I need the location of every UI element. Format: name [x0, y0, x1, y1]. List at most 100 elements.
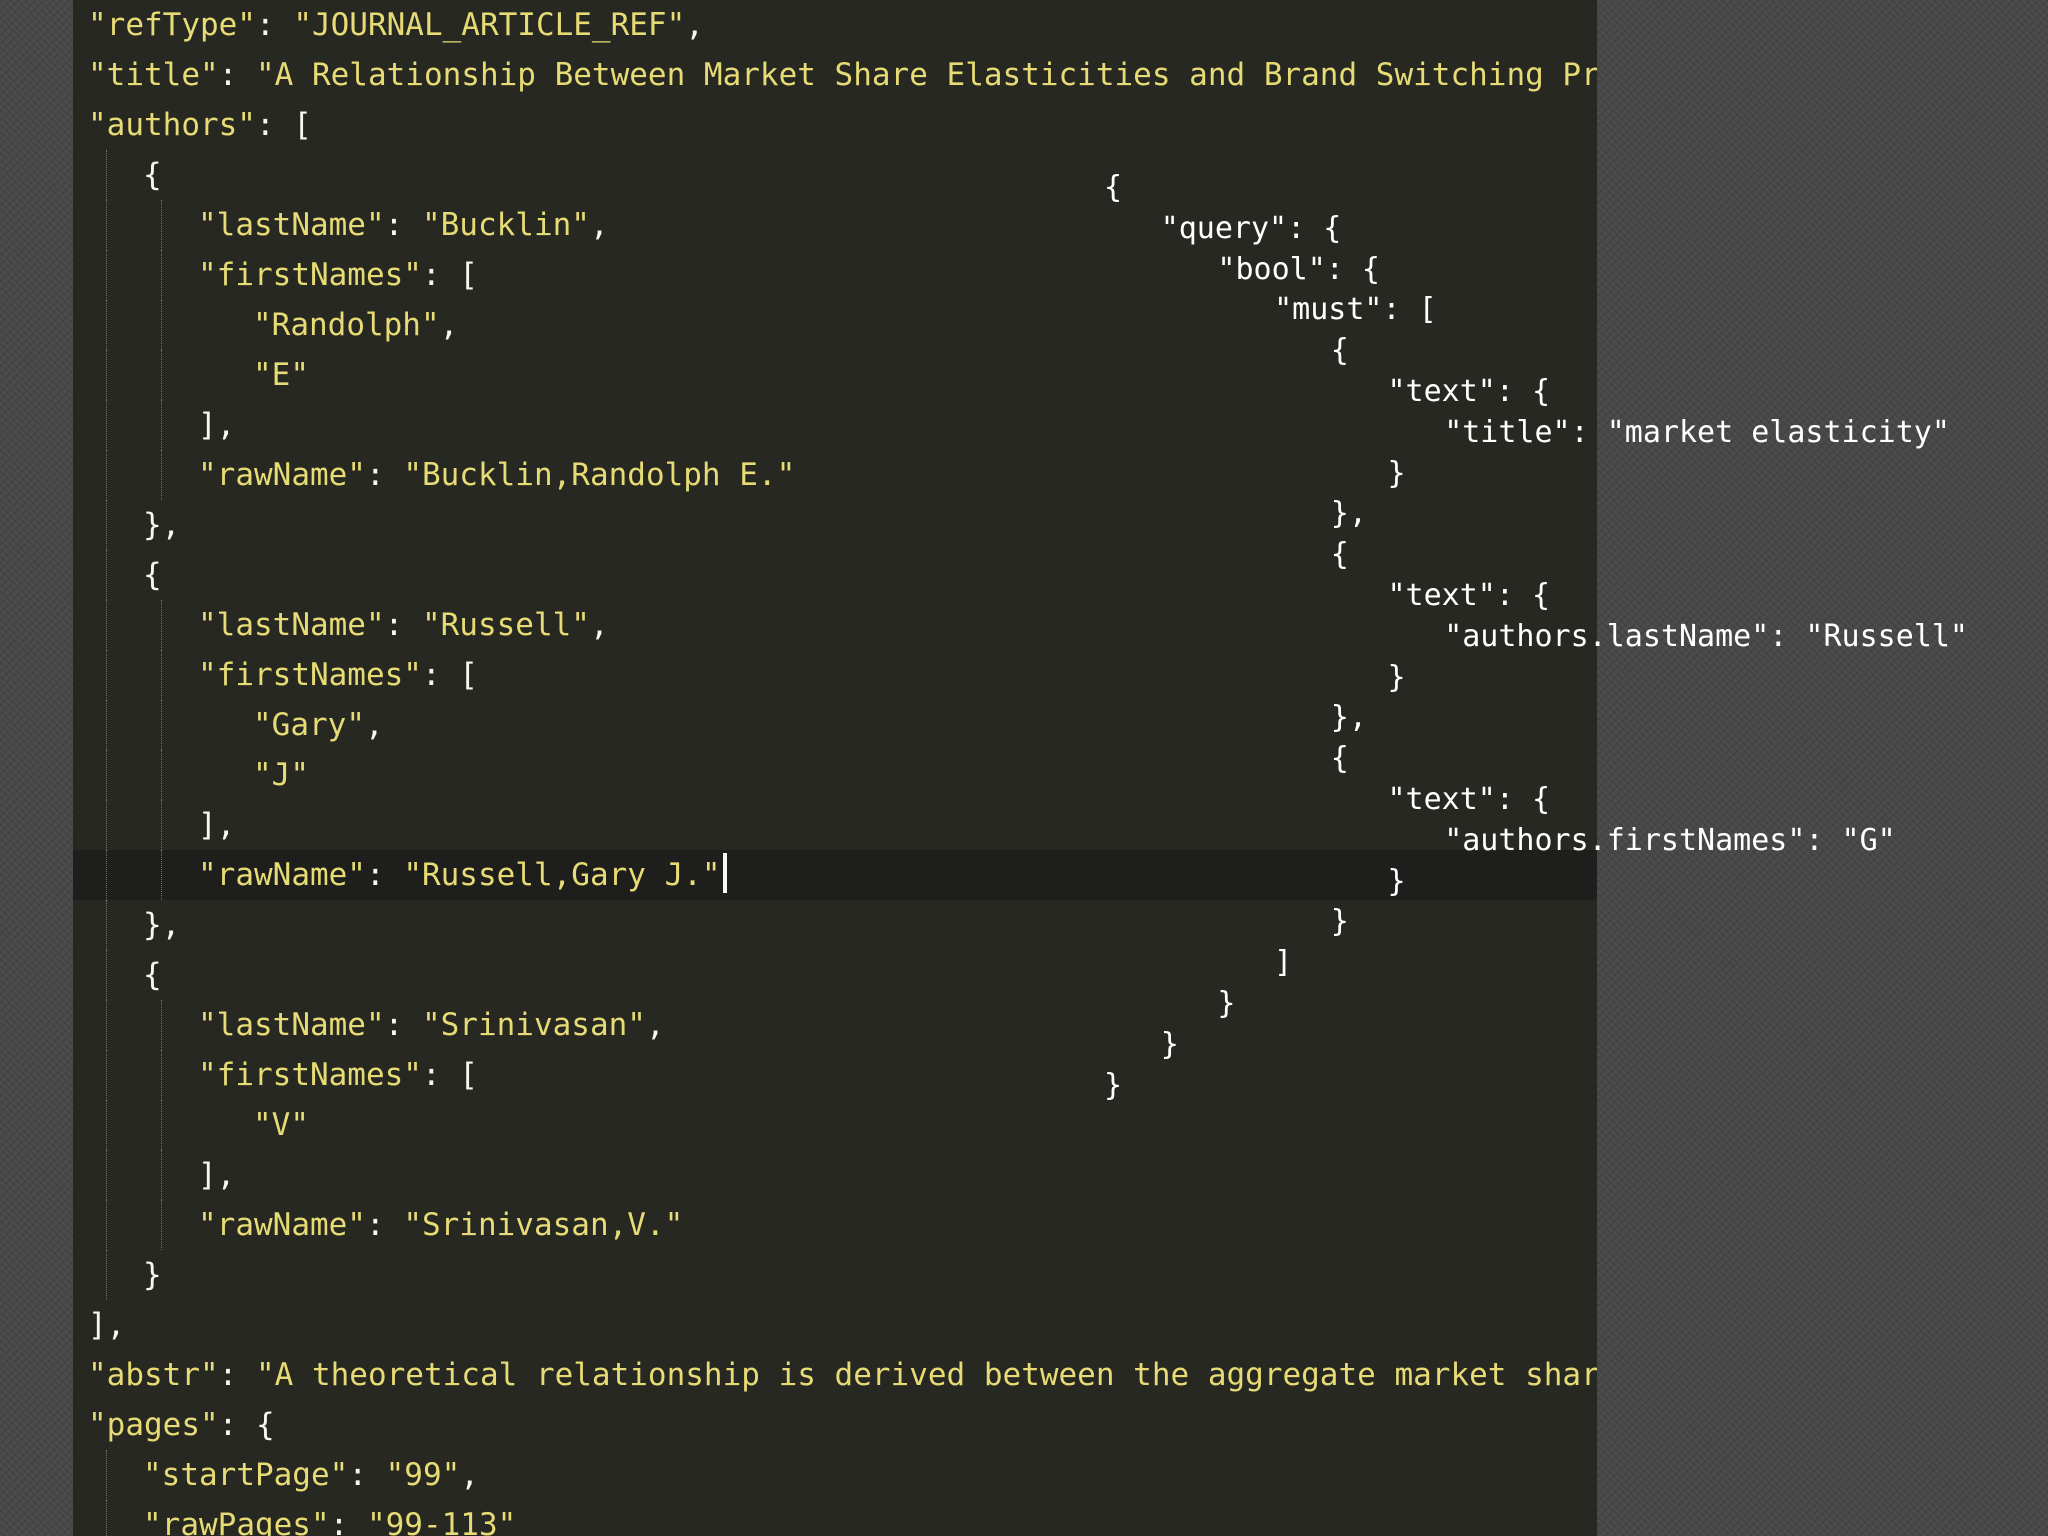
punctuation-token: , [439, 307, 459, 343]
code-text: "authors": [ [88, 100, 312, 150]
punctuation-token: }, [143, 507, 181, 543]
string-token: "lastName" [198, 207, 385, 243]
code-text: "firstNames": [ [198, 650, 478, 700]
code-text: "rawName": "Russell,Gary J." [198, 850, 727, 900]
punctuation-token: : [384, 607, 422, 643]
query-text: "text": { [1387, 577, 1551, 613]
code-line[interactable]: "Gary", [73, 700, 1597, 750]
string-token: "lastName" [198, 1007, 385, 1043]
string-token: "firstNames" [198, 657, 422, 693]
string-token: "refType" [88, 7, 256, 43]
string-token: "E" [253, 357, 309, 393]
code-line[interactable]: "lastName": "Russell", [73, 600, 1597, 650]
code-line[interactable]: "firstNames": [ [73, 1050, 1597, 1100]
punctuation-token: : [365, 1207, 404, 1243]
code-line[interactable]: "pages": { [73, 1400, 1597, 1450]
string-token: "Bucklin" [421, 207, 590, 243]
string-token: "rawName" [198, 1207, 366, 1243]
code-text: { [143, 150, 162, 200]
code-line[interactable]: "refType": "JOURNAL_ARTICLE_REF", [73, 0, 1597, 50]
code-text: "Gary", [253, 700, 384, 750]
code-line[interactable]: "E" [73, 350, 1597, 400]
query-text: } [1387, 659, 1406, 695]
code-line[interactable]: "rawName": "Srinivasan,V." [73, 1200, 1597, 1250]
indent-guide [106, 300, 107, 350]
code-text: ], [88, 1300, 125, 1350]
code-text: { [143, 550, 162, 600]
indent-guide [106, 400, 107, 450]
code-line[interactable]: "rawPages": "99-113" [73, 1500, 1597, 1536]
indent-guide [106, 1500, 107, 1536]
code-line[interactable]: { [73, 150, 1597, 200]
string-token: "firstNames" [198, 1057, 422, 1093]
punctuation-token: : [ [421, 657, 478, 693]
query-text: "bool": { [1217, 251, 1380, 287]
indent-guide [106, 200, 107, 250]
punctuation-token: , [645, 1007, 665, 1043]
indent-guide [106, 1050, 107, 1100]
code-text: "lastName": "Srinivasan", [198, 1000, 665, 1050]
query-text: } [1104, 1067, 1123, 1103]
string-token: "firstNames" [198, 257, 422, 293]
punctuation-token: ], [88, 1307, 126, 1343]
code-line[interactable]: ], [73, 400, 1597, 450]
code-line[interactable]: { [73, 950, 1597, 1000]
punctuation-token: { [143, 157, 162, 193]
indent-guide [161, 450, 162, 500]
punctuation-token: : [348, 1457, 386, 1493]
indent-guide [161, 1150, 162, 1200]
code-line[interactable]: "J" [73, 750, 1597, 800]
code-line[interactable]: "lastName": "Srinivasan", [73, 1000, 1597, 1050]
punctuation-token: : [365, 457, 404, 493]
query-text: { [1330, 537, 1349, 573]
punctuation-token: : [ [421, 257, 478, 293]
query-text: } [1330, 904, 1349, 940]
query-text: "authors.firstNames": "G" [1444, 822, 1896, 858]
text-cursor [722, 853, 727, 893]
code-editor[interactable]: "refType": "JOURNAL_ARTICLE_REF", "title"… [73, 0, 1597, 1536]
code-line[interactable]: "title": "A Relationship Between Market … [73, 50, 1597, 100]
code-text: { [143, 950, 162, 1000]
indent-guide [161, 650, 162, 700]
punctuation-token: : [218, 57, 256, 93]
code-line[interactable]: "abstr": "A theoretical relationship is … [73, 1350, 1597, 1400]
punctuation-token: : [384, 207, 422, 243]
code-line[interactable]: "startPage": "99", [73, 1450, 1597, 1500]
query-text: { [1330, 741, 1349, 777]
code-line[interactable]: ], [73, 1150, 1597, 1200]
punctuation-token: } [143, 1257, 162, 1293]
code-line[interactable]: ], [73, 1300, 1597, 1350]
punctuation-token: , [460, 1457, 479, 1493]
indent-guide [106, 500, 107, 550]
indent-guide [106, 1200, 107, 1250]
query-text: }, [1330, 700, 1367, 736]
indent-guide [106, 1100, 107, 1150]
string-token: "A Relationship Between Market Share Ela… [255, 57, 1597, 93]
code-line[interactable]: } [73, 1250, 1597, 1300]
indent-guide [106, 950, 107, 1000]
current-code-line[interactable]: "rawName": "Russell,Gary J." [73, 850, 1597, 900]
code-line[interactable]: }, [73, 500, 1597, 550]
punctuation-token: : [329, 1507, 367, 1536]
code-line[interactable]: { [73, 550, 1597, 600]
query-text: } [1387, 455, 1406, 491]
string-token: "V" [253, 1107, 309, 1143]
code-line[interactable]: "authors": [ [73, 100, 1597, 150]
string-token: "A theoretical relationship is derived b… [255, 1357, 1597, 1393]
query-text: "text": { [1387, 781, 1551, 817]
indent-guide [161, 400, 162, 450]
code-line[interactable]: }, [73, 900, 1597, 950]
string-token: "pages" [88, 1407, 219, 1443]
punctuation-token: , [589, 207, 609, 243]
string-token: "Russell,Gary J." [403, 857, 721, 893]
code-text: }, [143, 500, 180, 550]
punctuation-token: { [143, 557, 162, 593]
code-line[interactable]: ], [73, 800, 1597, 850]
code-line[interactable]: "firstNames": [ [73, 650, 1597, 700]
string-token: "Russell" [421, 607, 590, 643]
indent-guide [161, 600, 162, 650]
code-line[interactable]: "V" [73, 1100, 1597, 1150]
code-line[interactable]: "rawName": "Bucklin,Randolph E." [73, 450, 1597, 500]
code-text: } [143, 1250, 162, 1300]
code-line[interactable]: "lastName": "Bucklin", [73, 200, 1597, 250]
